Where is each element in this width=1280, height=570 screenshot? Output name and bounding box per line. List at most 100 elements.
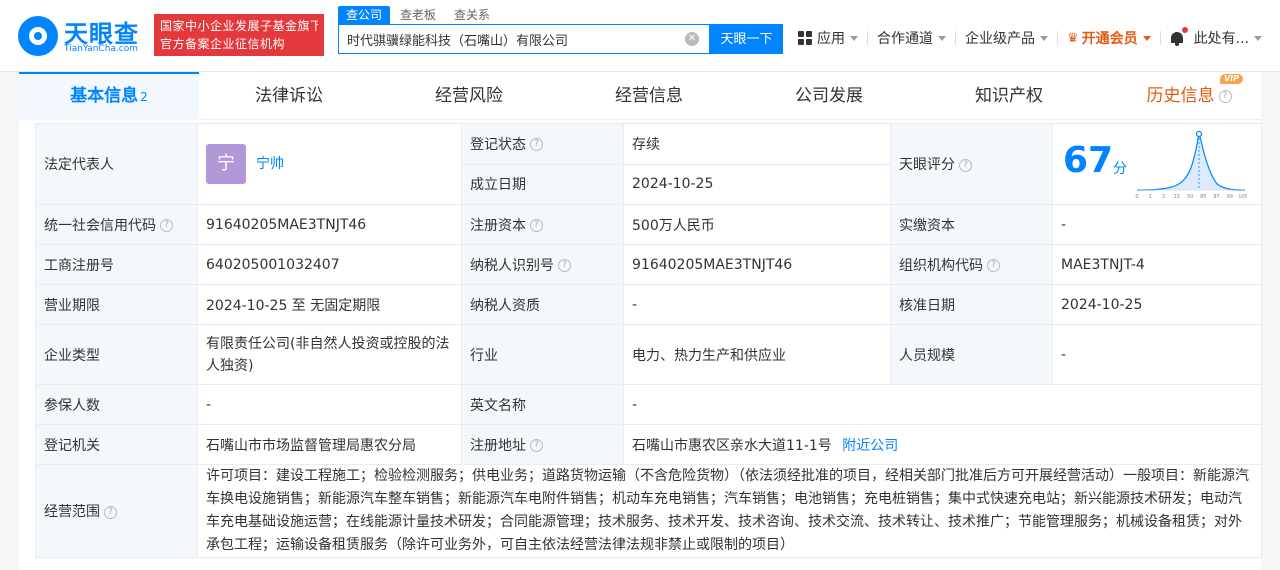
reg-status-value: 存续 bbox=[623, 123, 891, 165]
search-input[interactable] bbox=[339, 25, 679, 53]
reg-capital-label-cell: 注册资本? bbox=[461, 204, 624, 245]
nav-vip[interactable]: ♛ 开通会员 bbox=[1067, 28, 1151, 48]
basic-info-table: 法定代表人 宁宁帅 登记状态? 存续 天眼评分? 67 分 013155 bbox=[35, 123, 1262, 558]
help-icon[interactable]: ? bbox=[530, 138, 543, 152]
paid-capital-label: 实缴资本 bbox=[890, 204, 1053, 245]
taxpayer-qual-value: - bbox=[623, 284, 891, 325]
tianyancha-logo[interactable]: 天眼查 TianYanCha.com bbox=[18, 14, 148, 58]
chevron-down-icon bbox=[1142, 35, 1151, 41]
paid-capital-value: - bbox=[1052, 204, 1262, 245]
reg-capital-value: 500万人民币 bbox=[623, 204, 891, 245]
score-axis-tick: 100 bbox=[1238, 194, 1247, 200]
score-distribution-chart: 0 1 3 15 50 85 97 99 100 bbox=[1135, 130, 1247, 200]
org-code-value: MAE3TNJT-4 bbox=[1052, 244, 1262, 285]
nearby-companies-link[interactable]: 附近公司 bbox=[842, 438, 898, 454]
approve-date-label: 核准日期 bbox=[890, 284, 1053, 325]
nav-divider bbox=[1057, 31, 1058, 45]
legal-rep-name[interactable]: 宁帅 bbox=[256, 156, 284, 172]
tab-operations[interactable]: 经营信息 bbox=[559, 72, 739, 120]
help-icon[interactable]: ? bbox=[959, 158, 972, 172]
taxpayer-id-label: 纳税人识别号 bbox=[470, 257, 554, 274]
taxpayer-id-value: 91640205MAE3TNJT46 bbox=[623, 244, 891, 285]
biz-reg-no-label: 工商注册号 bbox=[35, 244, 198, 285]
tab-basic-info[interactable]: 基本信息 2 bbox=[19, 72, 199, 120]
nav-notifications[interactable] bbox=[1170, 27, 1194, 46]
score-axis-tick: 50 bbox=[1187, 194, 1193, 200]
chevron-down-icon bbox=[938, 35, 946, 41]
help-icon[interactable]: ? bbox=[1218, 89, 1232, 103]
tab-basic-info-label: 基本信息 bbox=[70, 86, 139, 106]
industry-value: 电力、热力生产和供应业 bbox=[623, 324, 891, 385]
term-value: 2024-10-25 至 无固定期限 bbox=[197, 284, 462, 325]
score-unit: 分 bbox=[1113, 161, 1127, 177]
scope-label: 经营范围 bbox=[44, 504, 100, 520]
search-tab-relation[interactable]: 查关系 bbox=[446, 6, 498, 24]
business-scope-value: 许可项目：建设工程施工；检验检测服务；供电业务；道路货物运输（不含危险货物）（依… bbox=[197, 464, 1262, 558]
search-type-tabs: 查公司 查老板 查关系 bbox=[338, 6, 500, 24]
basic-info-panel: 法定代表人 宁宁帅 登记状态? 存续 天眼评分? 67 分 013155 bbox=[19, 120, 1262, 570]
reg-address-cell: 石嘴山市惠农区亲水大道11-1号 附近公司 bbox=[623, 424, 1262, 465]
score-axis-tick: 15 bbox=[1174, 194, 1180, 200]
score-label-cell: 天眼评分? bbox=[890, 123, 1053, 205]
tab-legal[interactable]: 法律诉讼 bbox=[199, 72, 379, 120]
score-axis-tick: 1 bbox=[1149, 194, 1152, 200]
credit-code-label: 统一社会信用代码 bbox=[44, 217, 156, 234]
tab-ip[interactable]: 知识产权 bbox=[919, 72, 1099, 120]
search-box: ✕ bbox=[338, 24, 710, 54]
approve-date-value: 2024-10-25 bbox=[1052, 284, 1262, 325]
vip-tag: VIP bbox=[1219, 74, 1243, 84]
nav-cooperation-label: 合作通道 bbox=[877, 31, 933, 47]
nav-divider bbox=[867, 31, 868, 45]
scope-label-cell: 经营范围? bbox=[35, 464, 198, 558]
logo-eye-icon bbox=[18, 16, 58, 56]
credit-code-value: 91640205MAE3TNJT46 bbox=[197, 204, 462, 245]
help-icon[interactable]: ? bbox=[558, 259, 571, 272]
table-row: 企业类型 有限责任公司(非自然人投资或控股的法人独资) 行业 电力、热力生产和供… bbox=[35, 324, 1262, 385]
search-button[interactable]: 天眼一下 bbox=[710, 24, 783, 54]
table-row: 工商注册号 640205001032407 纳税人识别号? 91640205MA… bbox=[35, 244, 1262, 285]
nav-cooperation[interactable]: 合作通道 bbox=[877, 28, 946, 48]
tab-history[interactable]: 历史信息? VIP bbox=[1099, 72, 1279, 120]
clear-icon[interactable]: ✕ bbox=[685, 32, 699, 46]
nav-user-label: 此处有... bbox=[1193, 31, 1250, 47]
help-icon[interactable]: ? bbox=[987, 259, 1000, 272]
insured-value: - bbox=[197, 384, 462, 425]
type-value: 有限责任公司(非自然人投资或控股的法人独资) bbox=[197, 324, 462, 385]
score-axis-tick: 0 bbox=[1135, 194, 1138, 200]
help-icon[interactable]: ? bbox=[530, 219, 543, 232]
nav-vip-label: 开通会员 bbox=[1081, 31, 1138, 47]
chevron-down-icon bbox=[850, 35, 858, 41]
reg-address-label: 注册地址 bbox=[470, 437, 526, 454]
table-row: 参保人数 - 英文名称 - bbox=[35, 384, 1262, 425]
search-tab-boss[interactable]: 查老板 bbox=[392, 6, 444, 24]
badge-line-1: 国家中小企业发展子基金旗下 bbox=[160, 19, 318, 33]
nav-apps[interactable]: 应用 bbox=[798, 28, 858, 48]
chevron-down-icon bbox=[1254, 35, 1263, 41]
reg-authority-value: 石嘴山市市场监督管理局惠农分局 bbox=[197, 424, 462, 465]
tab-development[interactable]: 公司发展 bbox=[739, 72, 919, 120]
help-icon[interactable]: ? bbox=[104, 505, 117, 519]
score-widget: 67 分 0 1 3 15 50 85 97 99 100 bbox=[1053, 124, 1261, 204]
avatar[interactable]: 宁 bbox=[206, 144, 246, 184]
table-row: 统一社会信用代码? 91640205MAE3TNJT46 注册资本? 500万人… bbox=[35, 204, 1262, 245]
score-cell[interactable]: 67 分 0 1 3 15 50 85 97 99 100 bbox=[1052, 123, 1262, 205]
tab-history-label: 历史信息 bbox=[1146, 86, 1215, 106]
legal-rep-cell: 宁宁帅 bbox=[197, 123, 462, 205]
score-value: 67 bbox=[1063, 140, 1114, 181]
industry-label: 行业 bbox=[461, 324, 624, 385]
nav-user[interactable]: 此处有... bbox=[1193, 28, 1263, 48]
help-icon[interactable]: ? bbox=[530, 439, 543, 452]
crown-icon: ♛ bbox=[1067, 30, 1079, 46]
taxpayer-id-label-cell: 纳税人识别号? bbox=[461, 244, 624, 285]
score-label: 天眼评分 bbox=[899, 157, 955, 173]
help-icon[interactable]: ? bbox=[160, 219, 173, 232]
company-tabs: 基本信息 2 法律诉讼 经营风险 经营信息 公司发展 知识产权 历史信息? VIP bbox=[19, 72, 1261, 120]
tab-risk[interactable]: 经营风险 bbox=[379, 72, 559, 120]
credit-code-label-cell: 统一社会信用代码? bbox=[35, 204, 198, 245]
nav-divider bbox=[1159, 31, 1161, 45]
nav-enterprise[interactable]: 企业级产品 bbox=[965, 28, 1048, 48]
english-name-value: - bbox=[623, 384, 1262, 425]
search-tab-company[interactable]: 查公司 bbox=[338, 6, 391, 24]
bell-icon bbox=[1170, 27, 1188, 46]
score-axis-tick: 97 bbox=[1213, 194, 1219, 200]
